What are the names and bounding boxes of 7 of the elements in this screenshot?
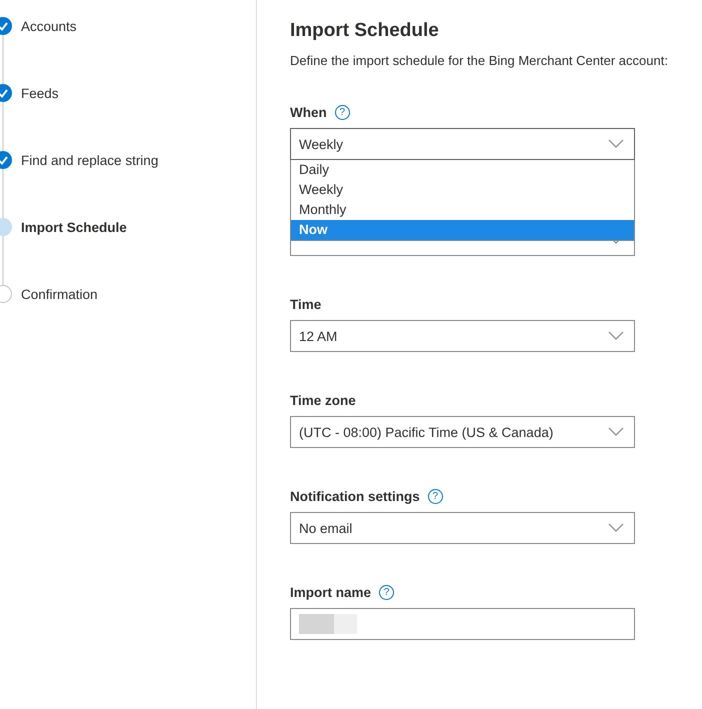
field-label: When — [290, 104, 327, 120]
description-text: Define the import schedule for the Bing Merchant Center account: — [290, 53, 669, 70]
field-label: Time zone — [290, 392, 356, 408]
field-label: Time — [290, 296, 322, 312]
page-title: Import Schedule — [290, 20, 440, 43]
field-label: Notification settings — [290, 488, 420, 504]
field-label: Import name — [290, 584, 372, 600]
